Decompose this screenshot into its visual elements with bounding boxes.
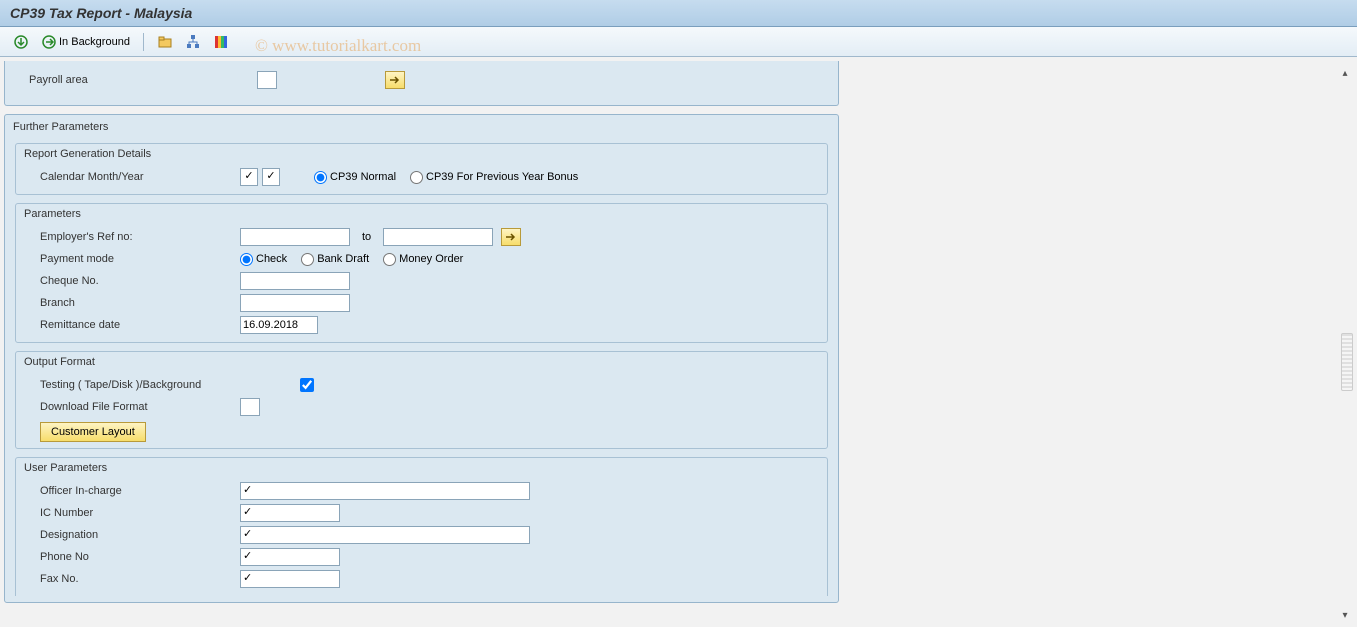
calendar-year-check[interactable]: ✓ — [262, 168, 280, 186]
ic-row: IC Number ✓ — [16, 502, 827, 524]
report-generation-title: Report Generation Details — [16, 144, 827, 166]
phone-input[interactable]: ✓ — [240, 548, 340, 566]
remittance-row: Remittance date — [16, 314, 827, 336]
calendar-month-check[interactable]: ✓ — [240, 168, 258, 186]
toolbar: In Background — [0, 27, 1357, 57]
download-row: Download File Format — [16, 396, 827, 418]
scroll-down-button[interactable]: ▾ — [1337, 607, 1353, 623]
toolbar-separator — [143, 33, 144, 51]
testing-checkbox[interactable] — [300, 378, 314, 392]
pay-money-radio[interactable] — [383, 253, 396, 266]
remittance-label: Remittance date — [40, 319, 240, 331]
calendar-row: Calendar Month/Year ✓ ✓ CP39 Normal CP39… — [16, 166, 827, 188]
download-label: Download File Format — [40, 401, 240, 413]
selection-panel: Payroll area — [4, 61, 839, 106]
to-label: to — [362, 231, 371, 243]
remittance-input[interactable] — [240, 316, 318, 334]
payroll-area-label: Payroll area — [29, 74, 257, 86]
rainbow-icon — [213, 34, 229, 50]
content: Payroll area Further Parameters Report G… — [0, 57, 843, 627]
scroll-up-button[interactable]: ▴ — [1337, 65, 1353, 81]
org-icon — [185, 34, 201, 50]
designation-input[interactable]: ✓ — [240, 526, 530, 544]
designation-label: Designation — [40, 529, 240, 541]
pay-check-label: Check — [256, 253, 287, 265]
cp39-prev-option[interactable]: CP39 For Previous Year Bonus — [410, 171, 578, 184]
org-structure-button[interactable] — [182, 32, 204, 52]
testing-row: Testing ( Tape/Disk )/Background — [16, 374, 827, 396]
output-format-group: Output Format Testing ( Tape/Disk )/Back… — [15, 351, 828, 449]
title-bar: CP39 Tax Report - Malaysia — [0, 0, 1357, 27]
payment-mode-label: Payment mode — [40, 253, 240, 265]
pay-money-option[interactable]: Money Order — [383, 253, 463, 266]
scroll-grip[interactable] — [1341, 333, 1353, 391]
emp-ref-from-input[interactable] — [240, 228, 350, 246]
arrow-right-icon — [505, 232, 517, 242]
officer-input[interactable]: ✓ — [240, 482, 530, 500]
further-parameters-panel: Further Parameters Report Generation Det… — [4, 114, 839, 603]
emp-ref-label: Employer's Ref no: — [40, 231, 240, 243]
payment-mode-row: Payment mode Check Bank Draft Money Orde… — [16, 248, 827, 270]
cheque-label: Cheque No. — [40, 275, 240, 287]
payroll-area-multiple-button[interactable] — [385, 71, 405, 89]
officer-label: Officer In-charge — [40, 485, 240, 497]
emp-ref-to-input[interactable] — [383, 228, 493, 246]
folder-icon — [157, 34, 173, 50]
designation-row: Designation ✓ — [16, 524, 827, 546]
customer-layout-button[interactable]: Customer Layout — [40, 422, 146, 442]
pay-money-label: Money Order — [399, 253, 463, 265]
main-area: Payroll area Further Parameters Report G… — [0, 57, 1357, 627]
pay-check-option[interactable]: Check — [240, 253, 287, 266]
fax-label: Fax No. — [40, 573, 240, 585]
testing-label: Testing ( Tape/Disk )/Background — [40, 379, 300, 391]
app-title: CP39 Tax Report - Malaysia — [10, 5, 192, 21]
user-parameters-group: User Parameters Officer In-charge ✓ IC N… — [15, 457, 828, 596]
payroll-area-input[interactable] — [257, 71, 277, 89]
user-parameters-title: User Parameters — [16, 458, 827, 480]
report-generation-group: Report Generation Details Calendar Month… — [15, 143, 828, 195]
cp39-normal-label: CP39 Normal — [330, 171, 396, 183]
pay-draft-radio[interactable] — [301, 253, 314, 266]
emp-ref-row: Employer's Ref no: to — [16, 226, 827, 248]
cp39-type-group: CP39 Normal CP39 For Previous Year Bonus — [314, 171, 578, 184]
fax-row: Fax No. ✓ — [16, 568, 827, 590]
branch-row: Branch — [16, 292, 827, 314]
parameters-group: Parameters Employer's Ref no: to Payment… — [15, 203, 828, 343]
further-parameters-title: Further Parameters — [5, 119, 838, 139]
payroll-area-row: Payroll area — [5, 69, 838, 91]
ic-label: IC Number — [40, 507, 240, 519]
cp39-prev-label: CP39 For Previous Year Bonus — [426, 171, 578, 183]
parameters-title: Parameters — [16, 204, 827, 226]
payment-mode-group: Check Bank Draft Money Order — [240, 253, 463, 266]
branch-label: Branch — [40, 297, 240, 309]
arrow-right-icon — [389, 75, 401, 85]
pay-draft-option[interactable]: Bank Draft — [301, 253, 369, 266]
pay-check-radio[interactable] — [240, 253, 253, 266]
get-variant-button[interactable] — [154, 32, 176, 52]
ic-input[interactable]: ✓ — [240, 504, 340, 522]
right-area: ▴ ▾ — [843, 57, 1357, 627]
execute-icon — [13, 34, 29, 50]
emp-ref-multiple-button[interactable] — [501, 228, 521, 246]
search-help-button[interactable] — [210, 32, 232, 52]
execute-bg-icon — [41, 34, 57, 50]
pay-draft-label: Bank Draft — [317, 253, 369, 265]
cheque-input[interactable] — [240, 272, 350, 290]
execute-button[interactable] — [10, 32, 32, 52]
calendar-label: Calendar Month/Year — [40, 171, 240, 183]
fax-input[interactable]: ✓ — [240, 570, 340, 588]
cp39-prev-radio[interactable] — [410, 171, 423, 184]
in-background-label: In Background — [59, 36, 130, 48]
download-input[interactable] — [240, 398, 260, 416]
officer-row: Officer In-charge ✓ — [16, 480, 827, 502]
cp39-normal-radio[interactable] — [314, 171, 327, 184]
in-background-button[interactable]: In Background — [38, 32, 133, 52]
output-format-title: Output Format — [16, 352, 827, 374]
cp39-normal-option[interactable]: CP39 Normal — [314, 171, 396, 184]
cheque-row: Cheque No. — [16, 270, 827, 292]
phone-label: Phone No — [40, 551, 240, 563]
phone-row: Phone No ✓ — [16, 546, 827, 568]
branch-input[interactable] — [240, 294, 350, 312]
